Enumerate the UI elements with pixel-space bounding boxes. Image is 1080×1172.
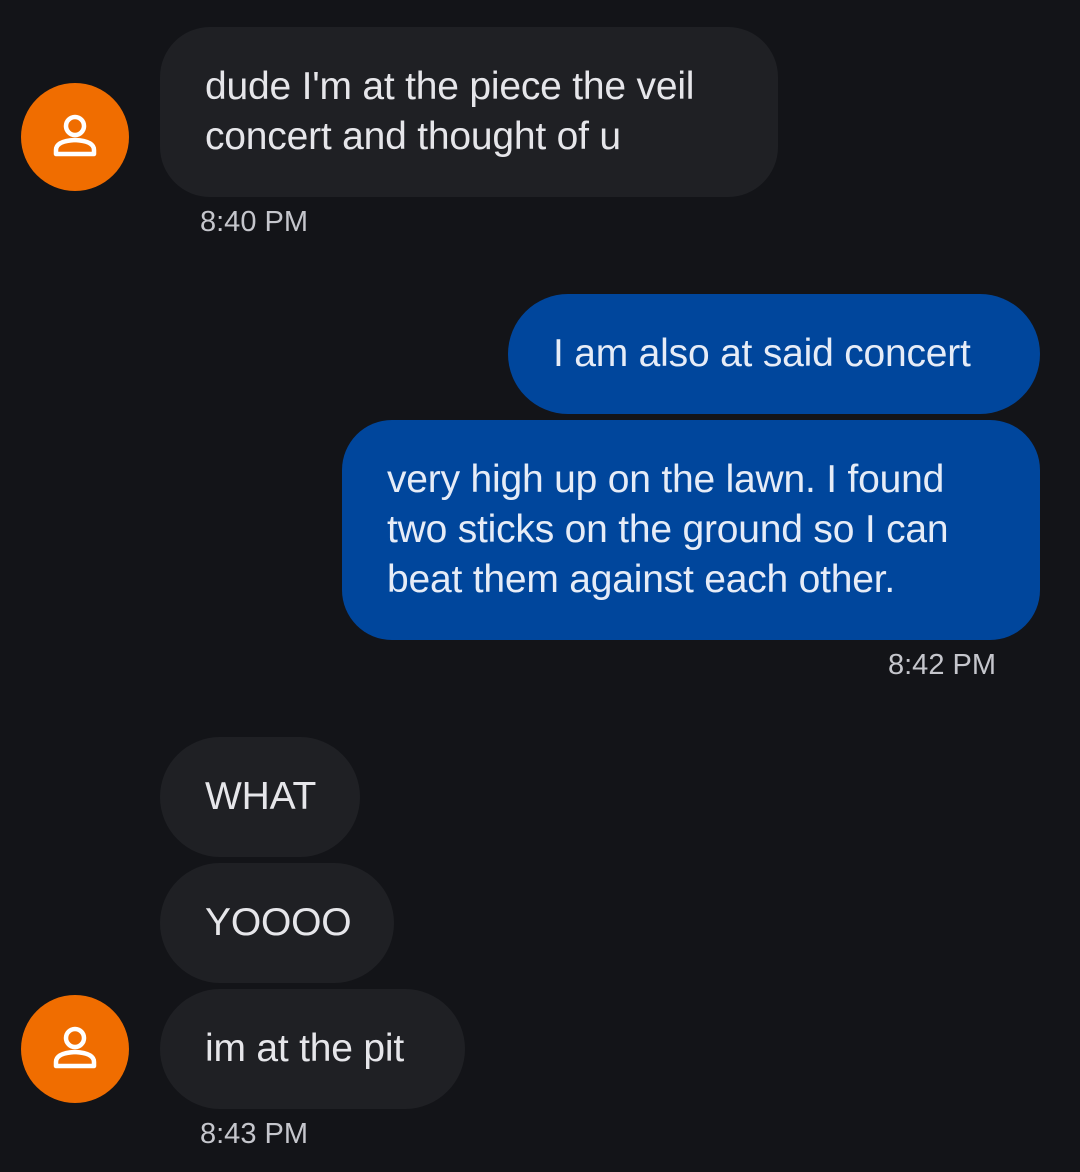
message-timestamp: 8:40 PM: [200, 206, 308, 238]
person-outline-icon: [53, 114, 97, 157]
message-timestamp: 8:43 PM: [200, 1118, 308, 1150]
message-text: im at the pit: [205, 1027, 404, 1070]
message-text: WHAT: [205, 775, 317, 818]
contact-avatar[interactable]: [21, 83, 129, 191]
outgoing-message[interactable]: very high up on the lawn. I found two st…: [342, 420, 1040, 640]
outgoing-message[interactable]: I am also at said concert: [508, 294, 1040, 414]
message-text: I am also at said concert: [553, 332, 971, 375]
message-thread[interactable]: dude I'm at the piece the veil concert a…: [0, 0, 1080, 1172]
contact-avatar[interactable]: [21, 995, 129, 1103]
person-outline-icon: [53, 1026, 97, 1069]
message-text: dude I'm at the piece the veil concert a…: [205, 65, 695, 158]
message-timestamp: 8:42 PM: [888, 649, 996, 681]
message-text: very high up on the lawn. I found two st…: [387, 458, 949, 601]
message-text: YOOOO: [205, 901, 352, 944]
incoming-message[interactable]: WHAT: [160, 737, 360, 857]
incoming-message[interactable]: im at the pit: [160, 989, 465, 1109]
incoming-message[interactable]: dude I'm at the piece the veil concert a…: [160, 27, 778, 197]
incoming-message[interactable]: YOOOO: [160, 863, 394, 983]
